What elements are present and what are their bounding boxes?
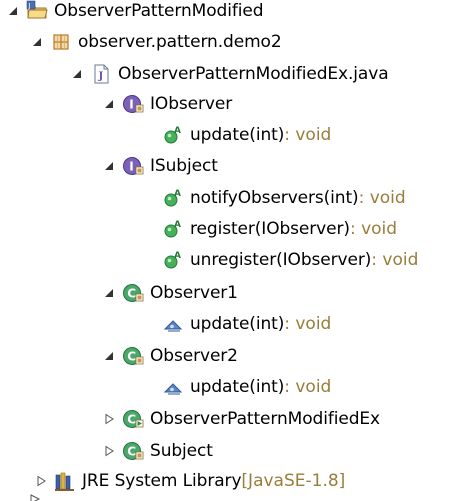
jre-version-suffix: [JavaSE-1.8] — [241, 471, 346, 491]
observer2-label: Observer2 — [150, 346, 238, 366]
iobserver-label: IObserver — [150, 94, 233, 114]
svg-text:A: A — [174, 126, 181, 136]
class-icon: C — [122, 282, 144, 304]
svg-text:I: I — [129, 160, 133, 174]
class-icon: C — [122, 440, 144, 462]
tree-item-observer2[interactable]: C Observer2 — [102, 341, 238, 371]
expanded-arrow-icon[interactable] — [30, 35, 44, 49]
public-abstract-method-icon: A — [162, 249, 184, 271]
public-abstract-method-icon: A — [162, 187, 184, 209]
observer1-label: Observer1 — [150, 283, 238, 303]
method-return-type: : void — [284, 314, 332, 334]
svg-text:I: I — [129, 98, 133, 112]
java-project-icon: J — [26, 0, 48, 22]
tree-item-jre-library[interactable]: JRE System Library [JavaSE-1.8] — [34, 466, 345, 496]
collapsed-arrow-icon[interactable] — [34, 474, 48, 488]
interface-icon: I — [122, 93, 144, 115]
method-return-type: : void — [349, 219, 398, 239]
svg-text:A: A — [174, 220, 181, 230]
tree-item-method[interactable]: A notifyObservers(int) : void — [162, 183, 406, 213]
tree-item-iobserver[interactable]: I IObserver — [102, 89, 232, 119]
cut-off-tree-item — [28, 491, 42, 501]
runnable-class-icon: C — [122, 408, 144, 430]
method-return-type: : void — [371, 250, 419, 270]
default-method-icon — [162, 376, 184, 398]
method-name: unregister(IObserver) — [190, 250, 372, 270]
method-name: notifyObservers(int) — [190, 188, 359, 208]
expanded-arrow-icon[interactable] — [102, 349, 116, 363]
tree-item-method[interactable]: A unregister(IObserver) : void — [162, 245, 418, 275]
tree-item-java-file[interactable]: J ObserverPatternModifiedEx.java — [70, 59, 389, 89]
expanded-arrow-icon[interactable] — [102, 159, 116, 173]
tree-item-main-class[interactable]: C ObserverPatternModifiedEx — [102, 404, 380, 434]
default-method-icon — [162, 313, 184, 335]
tree-item-method[interactable]: update(int) : void — [162, 372, 331, 402]
interface-icon: I — [122, 155, 144, 177]
tree-item-project[interactable]: J ObserverPatternModified — [6, 0, 263, 26]
main-class-label: ObserverPatternModifiedEx — [150, 409, 380, 429]
svg-text:C: C — [127, 445, 136, 459]
expanded-arrow-icon[interactable] — [102, 97, 116, 111]
expanded-arrow-icon[interactable] — [6, 4, 20, 18]
method-return-type: : void — [358, 188, 406, 208]
isubject-label: ISubject — [150, 156, 218, 176]
project-explorer-tree: J ObserverPatternModified observer.patte… — [0, 0, 450, 501]
method-name: update(int) — [190, 125, 285, 145]
method-name: register(IObserver) — [190, 219, 350, 239]
public-abstract-method-icon: A — [162, 218, 184, 240]
method-return-type: : void — [284, 125, 332, 145]
method-return-type: : void — [284, 377, 332, 397]
method-name: update(int) — [190, 314, 285, 334]
package-icon — [50, 31, 72, 53]
project-label: ObserverPatternModified — [54, 1, 264, 21]
library-icon — [54, 470, 76, 492]
public-abstract-method-icon: A — [162, 124, 184, 146]
subject-label: Subject — [150, 441, 213, 461]
java-file-icon: J — [90, 63, 112, 85]
svg-text:A: A — [174, 251, 181, 261]
collapsed-arrow-icon[interactable] — [102, 444, 116, 458]
tree-item-observer1[interactable]: C Observer1 — [102, 278, 238, 308]
tree-item-method[interactable]: A register(IObserver) : void — [162, 214, 397, 244]
tree-item-isubject[interactable]: I ISubject — [102, 151, 218, 181]
package-label: observer.pattern.demo2 — [78, 32, 282, 52]
svg-text:C: C — [127, 413, 136, 427]
svg-text:J: J — [27, 2, 30, 10]
expanded-arrow-icon[interactable] — [70, 67, 84, 81]
tree-item-subject[interactable]: C Subject — [102, 436, 213, 466]
svg-text:J: J — [98, 71, 104, 82]
jre-label: JRE System Library — [82, 471, 242, 491]
expanded-arrow-icon[interactable] — [102, 286, 116, 300]
svg-text:A: A — [174, 189, 181, 199]
tree-item-method[interactable]: update(int) : void — [162, 309, 331, 339]
svg-text:C: C — [127, 350, 136, 364]
collapsed-arrow-icon[interactable] — [102, 412, 116, 426]
svg-text:C: C — [127, 287, 136, 301]
tree-item-method[interactable]: A update(int) : void — [162, 120, 331, 150]
method-name: update(int) — [190, 377, 285, 397]
java-file-label: ObserverPatternModifiedEx.java — [118, 64, 389, 84]
class-icon: C — [122, 345, 144, 367]
tree-item-package[interactable]: observer.pattern.demo2 — [30, 27, 282, 57]
